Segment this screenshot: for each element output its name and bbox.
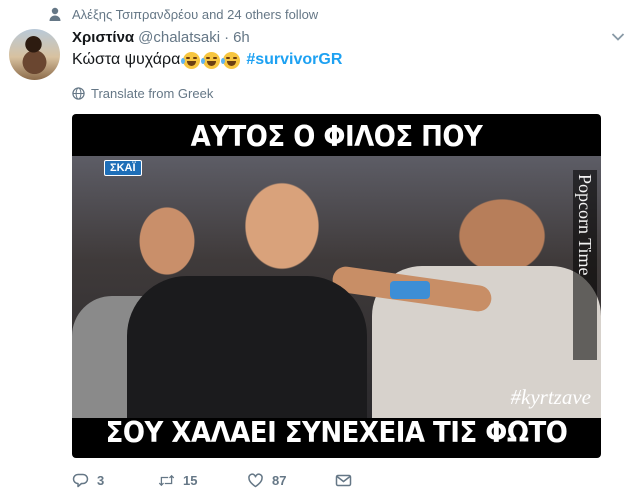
avatar[interactable]	[9, 29, 60, 80]
direct-message-button[interactable]	[335, 472, 352, 489]
translate-label: Translate from Greek	[91, 86, 214, 101]
globe-icon	[72, 87, 85, 100]
retweet-icon	[158, 474, 175, 487]
tears-of-joy-icon	[221, 51, 241, 69]
reply-icon	[72, 473, 89, 488]
hashtag-link[interactable]: #survivorGR	[246, 51, 342, 69]
media-image[interactable]: ΑΥΤΟΣ Ο ΦΙΛΟΣ ΠΟΥ ΣΚΑΪ Popcorn Time #kyr…	[72, 114, 601, 458]
chevron-down-icon[interactable]	[611, 32, 625, 42]
timestamp[interactable]: 6h	[233, 29, 250, 46]
reply-button[interactable]: 3	[72, 472, 158, 489]
tweet-header: Χριστίνα @chalatsaki · 6h	[72, 29, 250, 46]
social-context[interactable]: Αλέξης Τσιπρανδρέου and 24 others follow	[47, 6, 318, 22]
translate-link[interactable]: Translate from Greek	[72, 86, 213, 101]
like-count: 87	[272, 473, 287, 488]
retweet-button[interactable]: 15	[158, 472, 247, 489]
username[interactable]: @chalatsaki	[138, 29, 220, 46]
channel-logo: ΣΚΑΪ	[104, 160, 142, 176]
like-button[interactable]: 87	[247, 472, 335, 489]
retweet-count: 15	[183, 473, 198, 488]
meme-caption-top: ΑΥΤΟΣ Ο ΦΙΛΟΣ ΠΟΥ	[190, 120, 483, 154]
tweet-text: Κώστα ψυχάρα #survivorGR	[72, 51, 342, 69]
reply-count: 3	[97, 473, 105, 488]
person-icon	[49, 7, 61, 21]
envelope-icon	[335, 474, 352, 487]
display-name[interactable]: Χριστίνα	[72, 29, 134, 46]
photo: ΣΚΑΪ Popcorn Time #kyrtzave	[72, 156, 601, 418]
watermark: Popcorn Time	[575, 174, 595, 276]
separator-dot: ·	[224, 29, 230, 46]
heart-icon	[248, 473, 263, 488]
tears-of-joy-icon	[181, 51, 201, 69]
tears-of-joy-icon	[201, 51, 221, 69]
tweet-text-body: Κώστα ψυχάρα	[72, 51, 181, 68]
meme-caption-bottom: ΣΟΥ ΧΑΛΑΕΙ ΣΥΝΕΧΕΙΑ ΤΙΣ ΦΩΤΟ	[105, 416, 568, 450]
tweet-actions: 3 15 87	[72, 472, 352, 489]
overlay-tag: #kyrtzave	[510, 385, 591, 409]
social-context-text: Αλέξης Τσιπρανδρέου and 24 others follow	[72, 6, 319, 22]
